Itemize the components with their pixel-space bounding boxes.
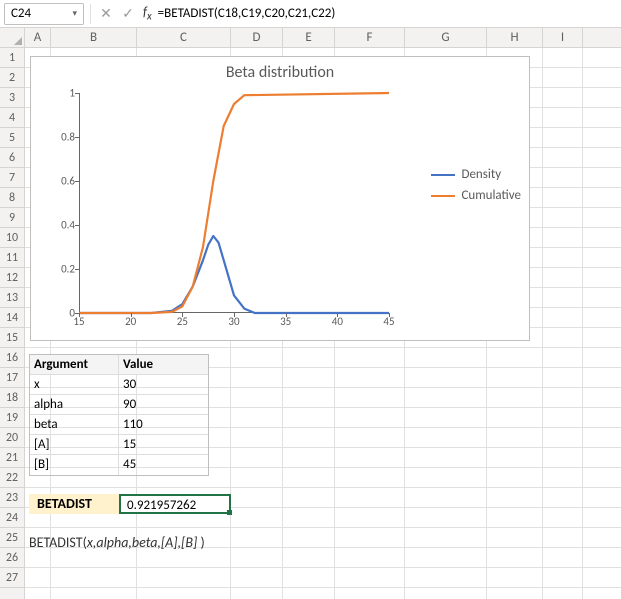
row-header-2[interactable]: 2 [0,68,24,88]
fx-icon[interactable]: fx [141,5,154,23]
legend-item: Cumulative [431,188,521,203]
name-box-value: C24 [11,6,31,21]
row-header-16[interactable]: 16 [0,348,24,368]
cancel-icon[interactable]: ✕ [97,5,115,23]
col-header-A[interactable]: A [25,28,51,47]
row-header-19[interactable]: 19 [0,408,24,428]
plot-area: 00.20.40.60.8115202530354045 [79,93,389,313]
col-header-H[interactable]: H [487,28,543,47]
table-row: [A]15 [30,435,208,455]
col-header-I[interactable]: I [543,28,583,47]
series-density [79,236,389,313]
row-header-24[interactable]: 24 [0,508,24,528]
table-cell[interactable]: 110 [119,415,208,435]
col-header-F[interactable]: F [335,28,405,47]
col-header-C[interactable]: C [137,28,231,47]
separator [90,4,91,24]
row-headers[interactable]: 1234567891011121314151617181920212223242… [0,48,25,599]
syntax-tail: ) [200,534,204,551]
fill-handle[interactable] [227,510,232,515]
column-headers[interactable]: ABCDEFGHI [25,28,621,48]
legend-label: Cumulative [461,188,521,203]
legend: Density Cumulative [431,167,521,209]
active-cell[interactable]: 0.921957262 [119,494,231,514]
row-header-10[interactable]: 10 [0,228,24,248]
col-header-G[interactable]: G [405,28,487,47]
chart-lines [79,93,389,313]
table-cell[interactable]: 90 [119,395,208,415]
chevron-down-icon: ▾ [72,8,77,19]
row-header-1[interactable]: 1 [0,48,24,68]
table-row: x30 [30,375,208,395]
row-header-25[interactable]: 25 [0,528,24,548]
row-header-5[interactable]: 5 [0,128,24,148]
legend-label: Density [461,167,501,182]
select-all-corner[interactable] [0,28,25,48]
col-header-D[interactable]: D [231,28,283,47]
row-header-4[interactable]: 4 [0,108,24,128]
chart[interactable]: Beta distribution 00.20.40.60.8115202530… [30,56,530,341]
syntax-args: x,alpha,beta,[A],[B] [87,534,201,551]
series-cumulative [79,93,389,313]
legend-item: Density [431,167,521,182]
table-cell[interactable]: alpha [30,395,119,415]
row-header-26[interactable]: 26 [0,548,24,568]
table-cell[interactable]: [B] [30,455,119,475]
row-header-12[interactable]: 12 [0,268,24,288]
row-header-18[interactable]: 18 [0,388,24,408]
row-header-3[interactable]: 3 [0,88,24,108]
formula-bar-input[interactable]: =BETADIST(C18,C19,C20,C21,C22) [158,6,617,21]
row-header-23[interactable]: 23 [0,488,24,508]
table-row: beta110 [30,415,208,435]
table-header: Value [119,355,208,375]
row-header-13[interactable]: 13 [0,288,24,308]
name-box[interactable]: C24 ▾ [4,3,84,25]
table-header-row: Argument Value [30,355,208,375]
legend-swatch-density [431,174,455,176]
table-cell[interactable]: 15 [119,435,208,455]
result-label-cell[interactable]: BETADIST [29,494,119,514]
table-cell[interactable]: 45 [119,455,208,475]
check-icon[interactable]: ✓ [119,5,137,23]
row-header-6[interactable]: 6 [0,148,24,168]
row-header-22[interactable]: 22 [0,468,24,488]
row-header-8[interactable]: 8 [0,188,24,208]
table-cell[interactable]: beta [30,415,119,435]
table-header: Argument [30,355,119,375]
row-header-21[interactable]: 21 [0,448,24,468]
row-header-20[interactable]: 20 [0,428,24,448]
row-header-15[interactable]: 15 [0,328,24,348]
chart-title: Beta distribution [31,57,529,82]
result-value: 0.921957262 [127,498,196,513]
table-cell[interactable]: [A] [30,435,119,455]
table-row: alpha90 [30,395,208,415]
col-header-B[interactable]: B [51,28,137,47]
argument-table: Argument Value x30alpha90beta110[A]15[B]… [29,354,209,476]
row-header-14[interactable]: 14 [0,308,24,328]
table-cell[interactable]: 30 [119,375,208,395]
row-header-27[interactable]: 27 [0,568,24,588]
row-header-7[interactable]: 7 [0,168,24,188]
table-cell[interactable]: x [30,375,119,395]
row-header-17[interactable]: 17 [0,368,24,388]
table-row: [B]45 [30,455,208,475]
syntax-fn: BETADIST( [29,534,87,551]
syntax-text: BETADIST(x,alpha,beta,[A],[B] ) [29,534,205,551]
row-header-9[interactable]: 9 [0,208,24,228]
row-header-11[interactable]: 11 [0,248,24,268]
legend-swatch-cumulative [431,195,455,197]
col-header-E[interactable]: E [283,28,335,47]
